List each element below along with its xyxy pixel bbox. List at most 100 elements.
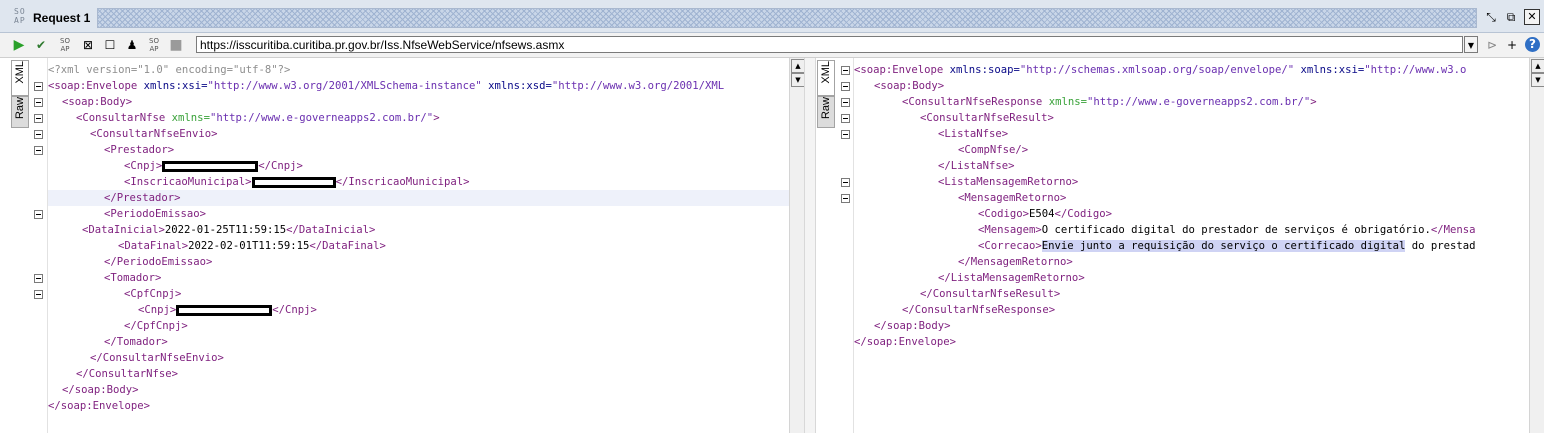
code-line: </PeriodoEmissao> [48,254,212,270]
fold-toggle-icon[interactable] [841,194,850,203]
code-line: <DataInicial>2022-01-25T11:59:15</DataIn… [48,222,375,238]
tab-raw[interactable]: Raw [817,96,835,128]
help-icon[interactable]: ? [1525,37,1540,52]
fold-toggle-icon[interactable] [34,130,43,139]
xml-attr: xmlns= [1042,96,1087,108]
vertical-scrollbar[interactable]: ▲ ▼ [1529,58,1544,433]
detach-icon[interactable]: ⧉ [1503,9,1519,25]
xml-tag: <ListaNfse> [938,128,1009,140]
format-icon[interactable]: ⊠ [80,37,96,53]
code-line: </soap:Body> [48,382,139,398]
xml-tag: </ListaMensagemRetorno> [938,272,1085,284]
run-icon[interactable]: ▶ [11,37,27,53]
xml-tag: > [1310,96,1317,108]
xml-attr: xmlns:soap= [943,64,1020,76]
square-icon[interactable]: ■ [168,37,184,53]
request-xml-editor[interactable]: <?xml version="1.0" encoding="utf-8"?> <… [47,58,790,433]
code-line: </soap:Envelope> [48,398,150,414]
add-icon[interactable]: + [1504,37,1520,53]
endpoint-url-field[interactable]: https://isscuritiba.curitiba.pr.gov.br/I… [196,36,1463,53]
scroll-up-icon[interactable]: ▲ [1531,59,1544,73]
user-icon[interactable]: ♟ [124,37,140,53]
scroll-down-icon[interactable]: ▼ [791,73,805,87]
fold-gutter [33,58,47,433]
code-line: <soap:Envelope xmlns:xsi="http://www.w3.… [48,78,724,94]
code-line: <Tomador> [48,270,161,286]
code-line: <Cnpj> </Cnpj> [48,158,303,174]
xml-text: 2022-01-25T11:59:15 [164,224,287,236]
code-line: <ConsultarNfseResponse xmlns="http://www… [854,94,1317,110]
fold-toggle-icon[interactable] [841,130,850,139]
tab-xml[interactable]: XML [817,60,835,96]
xml-tag: <Correcao> [978,240,1042,252]
fold-toggle-icon[interactable] [34,146,43,155]
fold-toggle-icon[interactable] [34,274,43,283]
code-line: <InscricaoMunicipal> </InscricaoMunicipal… [48,174,470,190]
title-bar: SO AP Request 1 ⤡ ⧉ ✕ [0,0,1544,33]
validate-icon[interactable]: ✔ [33,37,49,53]
code-line-current: </Prestador> [48,190,790,206]
fold-toggle-icon[interactable] [841,98,850,107]
xml-tag: <Mensagem> [978,224,1042,236]
xml-tag: <DataInicial> [82,224,165,236]
code-line: <PeriodoEmissao> [48,206,206,222]
response-xml-editor[interactable]: <soap:Envelope xmlns:soap="http://schema… [853,58,1530,433]
tag-icon[interactable]: ⊳ [1484,37,1500,53]
code-line: <Codigo>E504</Codigo> [854,206,1112,222]
fold-toggle-icon[interactable] [841,114,850,123]
vertical-scrollbar[interactable]: ▲ ▼ [789,58,805,433]
xml-attr: xmlns:xsi= [1294,64,1365,76]
tab-raw-label: Raw [14,97,26,120]
xml-tag: <InscricaoMunicipal> [124,176,252,188]
fold-toggle-icon[interactable] [34,290,43,299]
code-line: <CpfCnpj> [48,286,181,302]
panel-splitter[interactable] [804,58,816,433]
xml-text: 2022-02-01T11:59:15 [188,240,310,252]
fold-toggle-icon[interactable] [34,82,43,91]
wsdl-icon[interactable]: SO AP [146,37,162,53]
xml-attr: xmlns:xsi= [137,80,208,92]
xml-tag: <Prestador> [104,144,175,156]
xml-tag: <Cnpj> [138,304,177,316]
xml-tag: <ConsultarNfseEnvio> [90,128,218,140]
fold-toggle-icon[interactable] [34,114,43,123]
xml-attr: xmlns:xsd= [481,80,552,92]
tab-raw[interactable]: Raw [11,96,29,128]
fold-toggle-icon[interactable] [841,178,850,187]
chevron-down-icon[interactable]: ▼ [1464,36,1478,53]
code-line: </ConsultarNfseResult> [854,286,1060,302]
xml-tag: </ConsultarNfseResult> [920,288,1061,300]
stop-icon[interactable]: ☐ [102,37,118,53]
code-line: </soap:Envelope> [854,334,956,350]
xml-tag: </Mensa [1430,224,1476,236]
fold-toggle-icon[interactable] [841,82,850,91]
close-icon[interactable]: ✕ [1524,9,1540,25]
code-line: </soap:Body> [854,318,951,334]
window-title: Request 1 [33,11,91,25]
scroll-up-icon[interactable]: ▲ [791,59,805,73]
response-panel: XML Raw <soap:Envelope xmlns:soap="http:… [816,58,1544,433]
fold-toggle-icon[interactable] [841,66,850,75]
scroll-down-icon[interactable]: ▼ [1531,73,1544,87]
fold-toggle-icon[interactable] [34,210,43,219]
xml-tag: <PeriodoEmissao> [104,208,207,220]
xml-attr-value: "http://www.e-governeapps2.com.br/" [1086,96,1311,108]
tab-xml[interactable]: XML [11,60,29,96]
xml-tag: <CpfCnpj> [124,288,182,300]
redacted-value [162,160,259,172]
xml-tag: <ConsultarNfse [76,112,166,124]
code-line: <soap:Body> [48,94,132,110]
xml-attr-value: "http://www.w3.org/2001/XMLSchema-instan… [207,80,482,92]
xml-tag: </soap:Envelope> [854,336,957,348]
xml-tag: </Codigo> [1054,208,1112,220]
xml-declaration: <?xml version="1.0" encoding="utf-8"?> [48,64,291,76]
soap-action-icon[interactable]: SO AP [57,37,73,53]
fold-toggle-icon[interactable] [34,98,43,107]
minimize-icon[interactable]: ⤡ [1483,9,1499,25]
xml-text: O certificado digital do prestador de se… [1041,224,1431,236]
code-line: <ConsultarNfse xmlns="http://www.e-gover… [48,110,440,126]
code-line: <CompNfse/> [854,142,1028,158]
xml-tag: </PeriodoEmissao> [104,256,213,268]
title-bar-drag-area[interactable] [97,8,1477,28]
xml-tag: </Prestador> [104,192,181,204]
